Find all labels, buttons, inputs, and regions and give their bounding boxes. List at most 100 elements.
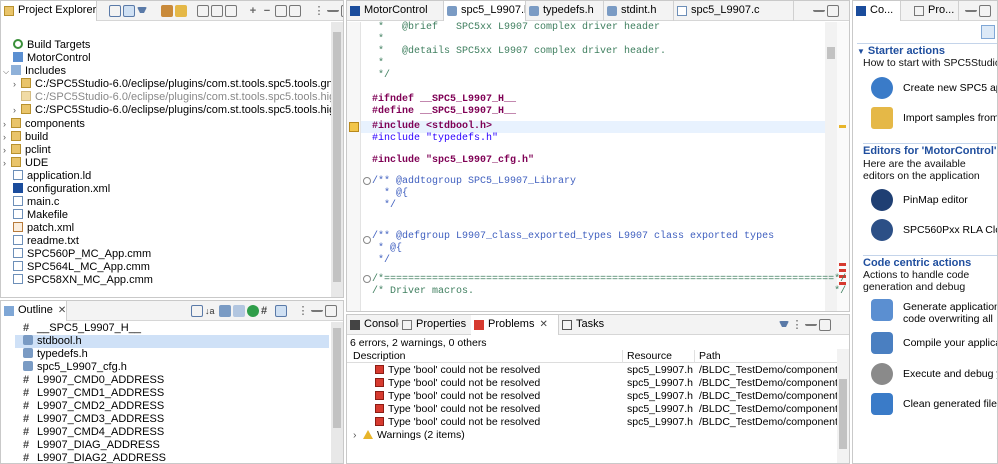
tree-item-build[interactable]: › build (3, 131, 48, 144)
maximize-icon[interactable] (827, 5, 839, 17)
copy-icon[interactable] (197, 5, 209, 17)
chevron-right-icon[interactable]: › (13, 78, 21, 91)
add-icon[interactable]: + (247, 5, 259, 17)
tree-item-ude[interactable]: › UDE (3, 157, 48, 170)
tab-pro[interactable]: Pro... (911, 1, 959, 21)
clean-icon[interactable] (175, 5, 187, 17)
tree-item-build-targets[interactable]: Build Targets (13, 39, 90, 52)
filter-icon[interactable] (137, 7, 147, 13)
chevron-right-icon[interactable]: › (3, 131, 11, 144)
minimize-icon[interactable] (805, 319, 817, 326)
tab-tasks[interactable]: Tasks (559, 315, 619, 335)
tree-item-include-path-2[interactable]: C:/SPC5Studio-6.0/eclipse/plugins/com.st… (21, 91, 343, 104)
outline-item-diag[interactable]: # L9907_DIAG_ADDRESS (23, 439, 160, 452)
tab-problems[interactable]: Problems ✕ (471, 315, 559, 335)
starter-actions-heading[interactable]: ▼ Starter actions (857, 43, 997, 57)
outline-item-guard-macro[interactable]: # __SPC5_L9907_H__ (23, 322, 141, 335)
minimize-icon[interactable] (327, 5, 339, 12)
tab-typedefs-h[interactable]: typedefs.h (526, 1, 604, 21)
column-path[interactable]: Path (699, 350, 721, 363)
outline-item-cfg[interactable]: spc5_L9907_cfg.h (23, 361, 127, 374)
outline-item-cmd0[interactable]: # L9907_CMD0_ADDRESS (23, 374, 164, 387)
hide-static-icon[interactable] (233, 305, 245, 317)
warning-marker-icon[interactable] (349, 122, 359, 132)
tree-item-spc560p-cmm[interactable]: SPC560P_MC_App.cmm (13, 248, 151, 261)
create-new-app-action[interactable]: Create new SPC5 applicat (871, 77, 997, 101)
remove-icon[interactable]: − (261, 5, 273, 17)
tree-item-spc58xn-cmm[interactable]: SPC58XN_MC_App.cmm (13, 274, 153, 287)
outline-item-typedefs[interactable]: typedefs.h (23, 348, 88, 361)
scrollbar-thumb[interactable] (333, 328, 341, 428)
warning-marker[interactable] (839, 125, 846, 128)
tree-item-include-path-1[interactable]: › C:/SPC5Studio-6.0/eclipse/plugins/com.s… (13, 78, 343, 91)
table-row[interactable]: Type 'bool' could not be resolved spc5_L… (347, 403, 839, 416)
outline-item-stdbool[interactable]: stdbool.h (15, 335, 329, 348)
scrollbar-thumb[interactable] (827, 47, 835, 59)
minimize-icon[interactable] (965, 5, 977, 12)
tree-item-include-path-3[interactable]: › C:/SPC5Studio-6.0/eclipse/plugins/com.s… (13, 104, 343, 117)
outline-item-cmd3[interactable]: # L9907_CMD3_ADDRESS (23, 413, 164, 426)
tree-item-pclint[interactable]: › pclint (3, 144, 51, 157)
clean-files-action[interactable]: Clean generated files. (871, 393, 997, 417)
link-editor-icon[interactable] (275, 305, 287, 317)
tree-item-patch-xml[interactable]: patch.xml (13, 222, 74, 235)
maximize-icon[interactable] (325, 305, 337, 317)
tab-outline[interactable]: Outline ✕ (1, 301, 67, 321)
scrollbar-thumb[interactable] (333, 32, 341, 282)
chevron-right-icon[interactable]: › (3, 144, 11, 157)
tree-item-spc564l-cmm[interactable]: SPC564L_MC_App.cmm (13, 261, 150, 274)
error-marker[interactable] (839, 263, 846, 266)
tree-item-makefile[interactable]: Makefile (13, 209, 68, 222)
column-description[interactable]: Description (353, 350, 623, 363)
link-editor-icon[interactable] (123, 5, 135, 17)
maximize-icon[interactable] (819, 319, 831, 331)
collapse-icon[interactable] (289, 5, 301, 17)
clock-tree-action[interactable]: SPC560Pxx RLA Clock tree (871, 219, 997, 243)
chevron-right-icon[interactable]: › (3, 118, 11, 131)
generate-code-action[interactable]: Generate application code overwriting al… (871, 299, 997, 325)
code-centric-heading[interactable]: Code centric actions (863, 255, 997, 269)
import-samples-action[interactable]: Import samples from app (871, 107, 997, 131)
editors-heading[interactable]: Editors for 'MotorControl' (863, 143, 997, 157)
tab-stdint-h[interactable]: stdint.h (604, 1, 674, 21)
tab-project-explorer[interactable]: Project Explorer✕ (1, 1, 97, 21)
tab-console[interactable]: Console (347, 315, 399, 335)
tree-item-includes[interactable]: ⌵ Includes (3, 65, 66, 78)
outline-scrollbar[interactable] (331, 322, 343, 463)
collapse-all-icon[interactable] (191, 305, 203, 317)
close-icon[interactable]: ✕ (58, 305, 66, 316)
view-menu-icon[interactable]: ⋮ (297, 305, 309, 317)
compile-action[interactable]: Compile your application (871, 332, 997, 356)
error-marker[interactable] (839, 269, 846, 272)
pinmap-editor-action[interactable]: PinMap editor (871, 189, 997, 213)
duplicate-icon[interactable] (225, 5, 237, 17)
outline-item-cmd1[interactable]: # L9907_CMD1_ADDRESS (23, 387, 164, 400)
build-icon[interactable] (161, 5, 173, 17)
chevron-down-icon[interactable]: ⌵ (3, 65, 11, 78)
filter-icon[interactable] (779, 321, 789, 327)
editor-scrollbar[interactable] (825, 22, 837, 311)
fold-toggle-icon[interactable] (363, 236, 371, 244)
collapse-all-icon[interactable] (109, 5, 121, 17)
paste-icon[interactable] (211, 5, 223, 17)
scrollbar-thumb[interactable] (839, 379, 847, 449)
table-row[interactable]: Type 'bool' could not be resolved spc5_L… (347, 364, 839, 377)
tab-spc5-l9907-c[interactable]: spc5_L9907.c (674, 1, 794, 21)
warnings-group-row[interactable]: › Warnings (2 items) (347, 429, 837, 442)
column-resource[interactable]: Resource (627, 350, 695, 363)
execute-debug-action[interactable]: Execute and debug your a (871, 363, 997, 387)
chevron-right-icon[interactable]: › (353, 429, 363, 442)
fold-toggle-icon[interactable] (363, 275, 371, 283)
project-explorer-scrollbar[interactable] (331, 22, 343, 297)
tree-item-main-c[interactable]: main.c (13, 196, 59, 209)
tab-code[interactable]: Co... (853, 1, 901, 21)
expand-all-icon[interactable] (275, 5, 287, 17)
tab-spc5-l9907-h[interactable]: spc5_L9907.h (444, 1, 526, 21)
tree-item-readme-txt[interactable]: readme.txt (13, 235, 79, 248)
tree-item-configuration-xml[interactable]: configuration.xml (13, 183, 110, 196)
outline-item-cmd2[interactable]: # L9907_CMD2_ADDRESS (23, 400, 164, 413)
view-menu-icon[interactable]: ⋮ (313, 5, 325, 17)
maximize-icon[interactable] (979, 5, 991, 17)
close-icon[interactable]: ✕ (539, 319, 547, 330)
panel-toolbar-button[interactable] (981, 25, 995, 39)
